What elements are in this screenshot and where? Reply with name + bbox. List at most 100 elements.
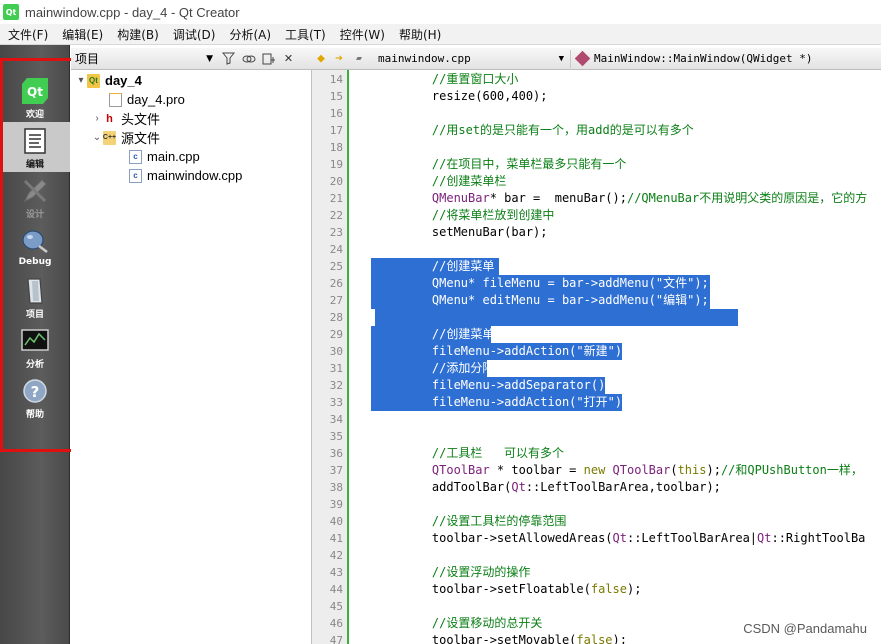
project-view-selector[interactable]: 项目 ▼ <box>75 51 217 67</box>
tree-item-mainwindow-cpp[interactable]: c mainwindow.cpp <box>129 166 242 185</box>
code-line-text: //重置窗口大小 <box>431 72 519 86</box>
menu-help[interactable]: 帮助(H) <box>391 26 447 43</box>
mode-projects-button[interactable]: 项目 <box>0 272 70 322</box>
mode-edit-button[interactable]: 编辑 <box>0 122 70 172</box>
title-bar: Qt mainwindow.cpp - day_4 - Qt Creator <box>0 0 881 24</box>
line-number: 31 <box>329 362 343 375</box>
expand-arrow-icon[interactable]: ⌄ <box>91 132 103 143</box>
menu-build[interactable]: 构建(B) <box>109 26 165 43</box>
code-line-text: //创建菜单项 <box>431 327 507 341</box>
line-number: 27 <box>329 294 343 307</box>
lock-icon: ▰ <box>356 52 363 64</box>
tree-item-pro-file[interactable]: day_4.pro <box>109 90 185 109</box>
menu-file[interactable]: 文件(F) <box>0 26 54 43</box>
menu-analyze[interactable]: 分析(A) <box>221 26 277 43</box>
menu-debug[interactable]: 调试(D) <box>165 26 222 43</box>
tree-item-headers[interactable]: › h 头文件 <box>91 109 160 128</box>
close-icon[interactable]: ✕ <box>280 50 297 67</box>
current-symbol: MainWindow::MainWindow(QWidget *) <box>594 52 813 65</box>
link-sync-icon[interactable] <box>240 50 257 67</box>
code-editor[interactable]: //重置窗口大小 resize(600,400); //用set的是只能有一个，… <box>351 70 881 644</box>
debug-bug-icon <box>20 226 50 256</box>
mode-label: 设计 <box>25 210 44 220</box>
line-number: 40 <box>329 515 343 528</box>
code-line-text: //设置浮动的操作 <box>431 565 531 579</box>
code-line-text: toolbar->setFloatable(false); <box>403 582 642 596</box>
line-number: 37 <box>329 464 343 477</box>
line-number: 23 <box>329 226 343 239</box>
code-line-text: QToolBar * toolbar = new QToolBar(this);… <box>431 463 863 477</box>
line-number: 33 <box>329 396 343 409</box>
menu-bar: 文件(F) 编辑(E) 构建(B) 调试(D) 分析(A) 工具(T) 控件(W… <box>0 24 881 45</box>
code-line-text: //用set的是只能有一个，用add的是可以有多个 <box>431 123 694 137</box>
code-line <box>351 105 403 122</box>
code-line <box>351 428 403 445</box>
mode-design-button[interactable]: 设计 <box>0 172 70 222</box>
tree-item-label: day_4 <box>105 73 142 88</box>
code-line-text: fileMenu->addAction("打开"); <box>403 395 630 409</box>
code-line: //用set的是只能有一个，用add的是可以有多个 <box>351 122 694 139</box>
line-number: 21 <box>329 192 343 205</box>
open-documents-combo[interactable]: ▰ mainwindow.cpp ▼ <box>356 49 571 68</box>
tree-item-label: main.cpp <box>147 149 200 164</box>
split-view-icon[interactable] <box>260 50 277 67</box>
code-line-text: resize(600,400); <box>403 89 548 103</box>
line-number: 25 <box>329 260 343 273</box>
qt-project-icon: Qt <box>87 73 100 88</box>
code-line: //创建菜单项 <box>371 326 506 343</box>
line-number: 24 <box>329 243 343 256</box>
code-line-text: //设置工具栏的停靠范围 <box>431 514 567 528</box>
menu-widget[interactable]: 控件(W) <box>332 26 391 43</box>
tree-item-project[interactable]: ▾ Qt day_4 <box>75 71 142 90</box>
tree-item-main-cpp[interactable]: c main.cpp <box>129 147 200 166</box>
line-number: 26 <box>329 277 343 290</box>
editor-toolbar: ◆ ➔ ▰ mainwindow.cpp ▼ MainWindow::MainW… <box>312 48 881 70</box>
project-wrench-icon <box>20 276 50 306</box>
code-line <box>351 139 403 156</box>
current-file-name: mainwindow.cpp <box>378 52 471 65</box>
back-arrow-icon[interactable]: ◆ <box>312 51 330 66</box>
code-line: //将菜单栏放到创建中 <box>351 207 554 224</box>
tree-item-sources[interactable]: ⌄ C++ 源文件 <box>91 128 160 147</box>
mode-welcome-button[interactable]: Qt 欢迎 <box>0 72 70 122</box>
expand-arrow-icon[interactable]: ▾ <box>75 75 87 86</box>
pro-file-icon <box>109 92 122 107</box>
filter-icon[interactable] <box>220 50 237 67</box>
function-symbol-icon <box>574 50 591 67</box>
code-line-text: //在项目中，菜单栏最多只能有一个 <box>431 157 627 171</box>
chevron-down-icon: ▼ <box>206 53 213 64</box>
code-line: //在项目中，菜单栏最多只能有一个 <box>351 156 626 173</box>
forward-arrow-icon[interactable]: ➔ <box>330 51 348 66</box>
chevron-down-icon: ▼ <box>558 53 564 64</box>
code-line-text: fileMenu->addAction("新建"); <box>403 344 630 358</box>
menu-edit[interactable]: 编辑(E) <box>54 26 109 43</box>
line-number: 22 <box>329 209 343 222</box>
collapse-arrow-icon[interactable]: › <box>91 113 103 124</box>
mode-selector-bar: Qt 欢迎 编辑 设计 Debug 项目 分析 ? 帮助 <box>0 45 70 644</box>
tree-item-label: day_4.pro <box>127 92 185 107</box>
symbol-combo[interactable]: MainWindow::MainWindow(QWidget *) <box>574 50 813 67</box>
mode-help-button[interactable]: ? 帮助 <box>0 372 70 422</box>
line-number: 35 <box>329 430 343 443</box>
design-pen-icon <box>20 176 50 206</box>
project-view-label: 项目 <box>75 52 100 66</box>
qt-creator-logo-icon: Qt <box>3 4 19 20</box>
svg-text:?: ? <box>31 383 40 401</box>
tree-item-label: 源文件 <box>121 131 161 146</box>
svg-text:Qt: Qt <box>27 85 43 99</box>
code-line: resize(600,400); <box>351 88 548 105</box>
cpp-file-icon: c <box>129 149 142 164</box>
menu-tools[interactable]: 工具(T) <box>277 26 332 43</box>
mode-analyze-button[interactable]: 分析 <box>0 322 70 372</box>
code-line <box>351 411 403 428</box>
code-line: addToolBar(Qt::LeftToolBarArea,toolbar); <box>351 479 721 496</box>
code-line: toolbar->setAllowedAreas(Qt::LeftToolBar… <box>351 530 866 547</box>
code-line: //创建菜单栏 <box>351 173 506 190</box>
mode-debug-button[interactable]: Debug <box>0 222 70 272</box>
code-line: //重置窗口大小 <box>351 71 518 88</box>
code-line-text: setMenuBar(bar); <box>403 225 548 239</box>
